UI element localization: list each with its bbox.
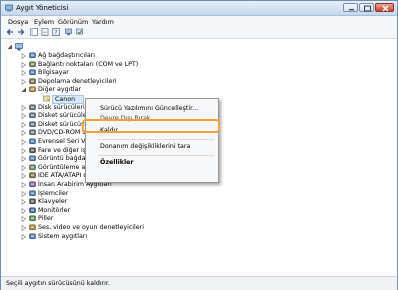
tree-item-label: Sistem aygıtları: [38, 232, 88, 240]
properties-menu-item[interactable]: Özellikler: [100, 159, 134, 166]
expand-arrow-icon[interactable]: [21, 113, 27, 120]
back-arrow-icon[interactable]: [6, 28, 14, 36]
tree-item-label: Ağ bağdaştırıcıları: [38, 52, 96, 59]
floppy-controller-icon: [29, 121, 36, 127]
mouse-icon: [29, 147, 36, 153]
expand-arrow-icon[interactable]: [21, 156, 27, 163]
tree-item-label: Ses, video ve oyun denetleyicileri: [38, 224, 144, 231]
monitor-icon: [29, 207, 36, 213]
help-icon[interactable]: ?: [52, 28, 60, 36]
minimize-button[interactable]: [343, 3, 358, 12]
tree-item-processors[interactable]: İşlemciler: [21, 190, 201, 198]
tree-item-network-adapters[interactable]: Ağ bağdaştırıcıları: [21, 52, 201, 60]
tree-item-label: Depolama denetleyicileri: [38, 77, 117, 85]
floppy-drive-icon: [29, 112, 36, 119]
tree-item-keyboards[interactable]: Klavyeler: [21, 198, 201, 206]
battery-icon: [29, 215, 36, 222]
tree-item-other-devices[interactable]: Diğer aygıtlar: [21, 86, 201, 94]
expand-arrow-icon[interactable]: [21, 70, 27, 77]
expand-arrow-icon[interactable]: [21, 53, 27, 59]
computer-icon: [29, 69, 36, 76]
uninstall-highlight-outline: [82, 119, 220, 133]
tree-item-label: İşlemciler: [38, 189, 69, 197]
expand-arrow-icon[interactable]: [21, 199, 27, 206]
update-driver-icon[interactable]: [76, 28, 84, 36]
tree-item-computer[interactable]: Bilgisayar: [21, 69, 201, 77]
storage-controller-icon: [29, 78, 36, 84]
tree-item-label: Bilgisayar: [38, 69, 69, 77]
menu-action[interactable]: Eylem: [34, 18, 54, 26]
disk-drive-icon: [29, 104, 36, 110]
properties-page-icon[interactable]: [41, 28, 49, 36]
menu-bar: Dosya Eylem Görünüm Yardım: [1, 16, 397, 26]
ide-controller-icon: [29, 172, 36, 179]
expand-arrow-icon[interactable]: [21, 121, 27, 128]
expand-arrow-icon[interactable]: [21, 130, 27, 137]
expand-arrow-icon[interactable]: [21, 225, 27, 231]
title-bar[interactable]: Aygıt Yöneticisi: [1, 1, 397, 16]
tree-root[interactable]: [7, 43, 47, 51]
expand-arrow-icon[interactable]: [7, 44, 13, 50]
computer-root-icon: [15, 43, 23, 51]
other-devices-icon: [29, 86, 36, 93]
expand-arrow-icon[interactable]: [21, 139, 27, 145]
tree-item-label: Bağlantı noktaları (COM ve LPT): [38, 60, 139, 68]
network-adapter-icon: [29, 52, 36, 59]
hid-icon: [29, 181, 36, 188]
expand-arrow-icon[interactable]: [21, 104, 27, 111]
tree-item-storage-controllers[interactable]: Depolama denetleyicileri: [21, 78, 201, 86]
keyboard-icon: [29, 198, 36, 205]
console-tree-icon[interactable]: [30, 28, 38, 36]
tree-item-batteries[interactable]: Piller: [21, 215, 201, 223]
tree-item-label: Diğer aygıtlar: [38, 86, 82, 94]
device-manager-icon: [5, 4, 13, 12]
expand-arrow-icon[interactable]: [21, 182, 27, 188]
update-driver-menu-item[interactable]: Sürücü Yazılımını Güncelleştir...: [100, 105, 198, 112]
tree-item-ports[interactable]: Bağlantı noktaları (COM ve LPT): [21, 61, 201, 69]
scan-hardware-icon[interactable]: [65, 28, 73, 36]
tree-item-system-devices[interactable]: Sistem aygıtları: [21, 233, 201, 241]
collapse-arrow-icon[interactable]: [21, 87, 27, 93]
expand-arrow-icon[interactable]: [21, 164, 27, 171]
tree-item-sound-controllers[interactable]: Ses, video ve oyun denetleyicileri: [21, 224, 201, 232]
tree-item-label: Monitörler: [38, 206, 71, 214]
sound-icon: [29, 224, 36, 231]
forward-arrow-icon[interactable]: [17, 28, 25, 36]
menu-file[interactable]: Dosya: [8, 18, 28, 26]
maximize-button[interactable]: [359, 3, 374, 12]
tree-item-label: Piller: [38, 215, 54, 223]
menu-separator: [98, 155, 214, 156]
tree-item-monitors[interactable]: Monitörler: [21, 207, 201, 215]
menu-help[interactable]: Yardım: [92, 18, 114, 26]
dvd-drive-icon: [29, 129, 36, 136]
unknown-device-icon: [43, 95, 50, 102]
port-icon: [29, 61, 36, 67]
svg-text:?: ?: [54, 29, 57, 36]
display-adapter-icon: [29, 155, 36, 162]
scan-hardware-menu-item[interactable]: Donanım değişikliklerini tara: [100, 143, 190, 150]
menu-separator: [98, 139, 214, 140]
usb-icon: [29, 138, 36, 145]
status-text: Seçili aygıtın sürücüsünü kaldırır.: [6, 280, 110, 287]
toolbar: ?: [1, 26, 397, 39]
expand-arrow-icon[interactable]: [21, 216, 27, 223]
expand-arrow-icon[interactable]: [21, 173, 27, 180]
system-device-icon: [29, 233, 36, 239]
imaging-device-icon: [29, 164, 36, 170]
menu-view[interactable]: Görünüm: [58, 18, 88, 26]
expand-arrow-icon[interactable]: [21, 147, 27, 154]
window-title: Aygıt Yöneticisi: [16, 4, 69, 12]
processor-icon: [29, 190, 36, 196]
context-menu: Sürücü Yazılımını Güncelleştir... Devre …: [85, 98, 219, 183]
expand-arrow-icon[interactable]: [21, 233, 27, 240]
tree-item-label: Klavyeler: [38, 198, 68, 206]
expand-arrow-icon[interactable]: [21, 61, 27, 68]
status-bar: Seçili aygıtın sürücüsünü kaldırır.: [1, 276, 397, 290]
expand-arrow-icon[interactable]: [21, 78, 27, 85]
expand-arrow-icon[interactable]: [21, 190, 27, 197]
expand-arrow-icon[interactable]: [21, 207, 27, 214]
tree-item-label: Disk sürücüleri: [38, 103, 85, 111]
close-button[interactable]: [375, 3, 394, 12]
